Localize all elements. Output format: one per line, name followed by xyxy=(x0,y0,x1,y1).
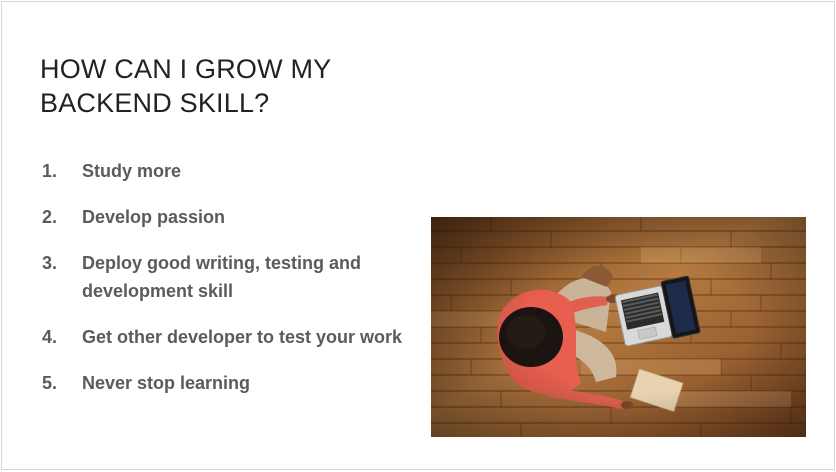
photo-person-with-laptop xyxy=(431,217,806,437)
list-item-text: Study more xyxy=(82,161,182,181)
list-item-number: 5. xyxy=(42,373,58,393)
list-item-text: Never stop learning xyxy=(82,373,251,393)
list-item: 3. Deploy good writing, testing and deve… xyxy=(42,249,412,305)
slide-title: HOW CAN I GROW MY BACKEND SKILL? xyxy=(40,54,331,118)
list-item-number: 2. xyxy=(42,207,58,227)
list-item-number: 4. xyxy=(42,327,58,347)
list-item: 1. Study more xyxy=(42,157,412,185)
list-item-number: 3. xyxy=(42,253,58,273)
list-item-text: Develop passion xyxy=(82,207,226,227)
slide: HOW CAN I GROW MY BACKEND SKILL? 1. Stud… xyxy=(1,1,835,470)
list-item-text: Deploy good writing, testing and develop… xyxy=(82,253,361,301)
list-item: 4. Get other developer to test your work xyxy=(42,323,412,351)
list-item: 2. Develop passion xyxy=(42,203,412,231)
list-item: 5. Never stop learning xyxy=(42,369,412,397)
list-item-text: Get other developer to test your work xyxy=(82,327,403,347)
list-item-number: 1. xyxy=(42,161,58,181)
numbered-list: 1. Study more 2. Develop passion 3. Depl… xyxy=(42,157,412,397)
